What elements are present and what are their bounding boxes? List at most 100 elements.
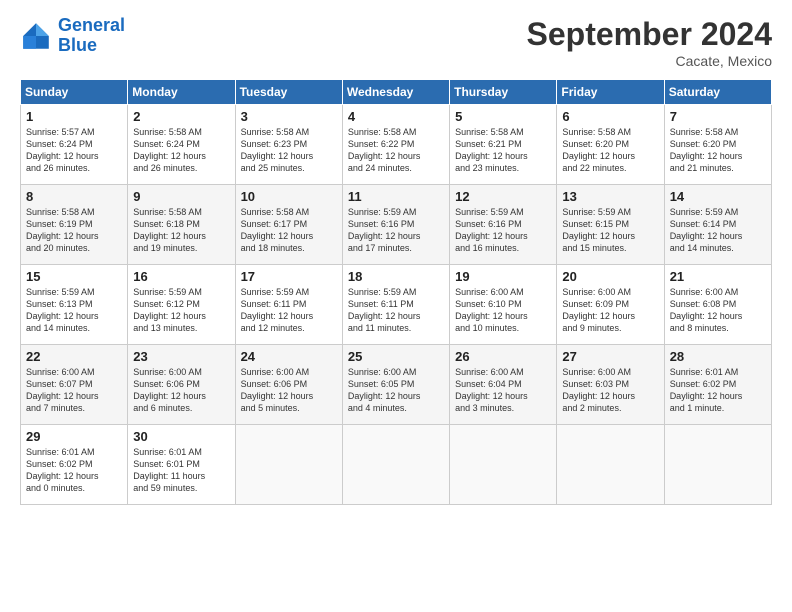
month-title: September 2024	[527, 16, 772, 53]
calendar-week-row: 22 Sunrise: 6:00 AM Sunset: 6:07 PM Dayli…	[21, 345, 772, 425]
calendar-cell: 25Sunrise: 6:00 AM Sunset: 6:05 PM Dayli…	[342, 345, 449, 425]
calendar-cell: 22 Sunrise: 6:00 AM Sunset: 6:07 PM Dayli…	[21, 345, 128, 425]
calendar-cell: 1 Sunrise: 5:57 AM Sunset: 6:24 PM Daylig…	[21, 105, 128, 185]
day-info: Sunrise: 6:01 AM Sunset: 6:02 PM Dayligh…	[26, 446, 122, 495]
calendar-cell: 6Sunrise: 5:58 AM Sunset: 6:20 PM Daylig…	[557, 105, 664, 185]
calendar-cell	[557, 425, 664, 505]
day-info: Sunrise: 6:00 AM Sunset: 6:05 PM Dayligh…	[348, 366, 444, 415]
day-number: 11	[348, 189, 444, 204]
day-info: Sunrise: 5:59 AM Sunset: 6:16 PM Dayligh…	[455, 206, 551, 255]
weekday-header: Friday	[557, 80, 664, 105]
logo-icon	[20, 20, 52, 52]
day-number: 8	[26, 189, 122, 204]
weekday-header: Monday	[128, 80, 235, 105]
day-info: Sunrise: 5:59 AM Sunset: 6:14 PM Dayligh…	[670, 206, 766, 255]
day-number: 4	[348, 109, 444, 124]
day-info: Sunrise: 6:01 AM Sunset: 6:01 PM Dayligh…	[133, 446, 229, 495]
day-number: 22	[26, 349, 122, 364]
calendar-body: 1 Sunrise: 5:57 AM Sunset: 6:24 PM Daylig…	[21, 105, 772, 505]
day-number: 19	[455, 269, 551, 284]
day-number: 6	[562, 109, 658, 124]
calendar-cell: 4Sunrise: 5:58 AM Sunset: 6:22 PM Daylig…	[342, 105, 449, 185]
day-number: 17	[241, 269, 337, 284]
day-number: 15	[26, 269, 122, 284]
day-number: 27	[562, 349, 658, 364]
day-info: Sunrise: 5:58 AM Sunset: 6:17 PM Dayligh…	[241, 206, 337, 255]
day-info: Sunrise: 5:58 AM Sunset: 6:21 PM Dayligh…	[455, 126, 551, 175]
day-number: 16	[133, 269, 229, 284]
page: General Blue September 2024 Cacate, Mexi…	[0, 0, 792, 612]
calendar-cell: 11 Sunrise: 5:59 AM Sunset: 6:16 PM Dayli…	[342, 185, 449, 265]
calendar-cell: 18Sunrise: 5:59 AM Sunset: 6:11 PM Dayli…	[342, 265, 449, 345]
calendar-cell: 24 Sunrise: 6:00 AM Sunset: 6:06 PM Dayli…	[235, 345, 342, 425]
calendar-header-row: SundayMondayTuesdayWednesdayThursdayFrid…	[21, 80, 772, 105]
calendar-cell: 15 Sunrise: 5:59 AM Sunset: 6:13 PM Dayli…	[21, 265, 128, 345]
day-info: Sunrise: 6:00 AM Sunset: 6:07 PM Dayligh…	[26, 366, 122, 415]
day-info: Sunrise: 6:00 AM Sunset: 6:09 PM Dayligh…	[562, 286, 658, 335]
weekday-header: Sunday	[21, 80, 128, 105]
day-number: 28	[670, 349, 766, 364]
calendar-cell: 28 Sunrise: 6:01 AM Sunset: 6:02 PM Dayli…	[664, 345, 771, 425]
day-info: Sunrise: 6:01 AM Sunset: 6:02 PM Dayligh…	[670, 366, 766, 415]
logo-line1: General	[58, 15, 125, 35]
calendar-cell: 2 Sunrise: 5:58 AM Sunset: 6:24 PM Daylig…	[128, 105, 235, 185]
day-number: 21	[670, 269, 766, 284]
day-number: 29	[26, 429, 122, 444]
logo-text: General Blue	[58, 16, 125, 56]
day-number: 7	[670, 109, 766, 124]
calendar-cell: 13Sunrise: 5:59 AM Sunset: 6:15 PM Dayli…	[557, 185, 664, 265]
calendar-cell: 20 Sunrise: 6:00 AM Sunset: 6:09 PM Dayli…	[557, 265, 664, 345]
calendar-cell: 19Sunrise: 6:00 AM Sunset: 6:10 PM Dayli…	[450, 265, 557, 345]
day-number: 12	[455, 189, 551, 204]
weekday-header: Thursday	[450, 80, 557, 105]
day-info: Sunrise: 6:00 AM Sunset: 6:04 PM Dayligh…	[455, 366, 551, 415]
calendar-cell: 5 Sunrise: 5:58 AM Sunset: 6:21 PM Daylig…	[450, 105, 557, 185]
calendar-cell: 16 Sunrise: 5:59 AM Sunset: 6:12 PM Dayli…	[128, 265, 235, 345]
calendar-cell: 14 Sunrise: 5:59 AM Sunset: 6:14 PM Dayli…	[664, 185, 771, 265]
weekday-header: Saturday	[664, 80, 771, 105]
day-number: 24	[241, 349, 337, 364]
calendar-cell: 9Sunrise: 5:58 AM Sunset: 6:18 PM Daylig…	[128, 185, 235, 265]
day-info: Sunrise: 5:57 AM Sunset: 6:24 PM Dayligh…	[26, 126, 122, 175]
day-info: Sunrise: 5:59 AM Sunset: 6:16 PM Dayligh…	[348, 206, 444, 255]
day-number: 20	[562, 269, 658, 284]
day-info: Sunrise: 5:58 AM Sunset: 6:18 PM Dayligh…	[133, 206, 229, 255]
day-info: Sunrise: 6:00 AM Sunset: 6:06 PM Dayligh…	[241, 366, 337, 415]
day-number: 1	[26, 109, 122, 124]
day-number: 10	[241, 189, 337, 204]
day-info: Sunrise: 5:58 AM Sunset: 6:19 PM Dayligh…	[26, 206, 122, 255]
calendar-cell: 8 Sunrise: 5:58 AM Sunset: 6:19 PM Daylig…	[21, 185, 128, 265]
header: General Blue September 2024 Cacate, Mexi…	[20, 16, 772, 69]
day-number: 13	[562, 189, 658, 204]
calendar-week-row: 1 Sunrise: 5:57 AM Sunset: 6:24 PM Daylig…	[21, 105, 772, 185]
day-info: Sunrise: 5:59 AM Sunset: 6:11 PM Dayligh…	[348, 286, 444, 335]
weekday-header: Wednesday	[342, 80, 449, 105]
day-info: Sunrise: 5:58 AM Sunset: 6:20 PM Dayligh…	[670, 126, 766, 175]
weekday-header: Tuesday	[235, 80, 342, 105]
calendar-cell: 17 Sunrise: 5:59 AM Sunset: 6:11 PM Dayli…	[235, 265, 342, 345]
day-info: Sunrise: 5:59 AM Sunset: 6:13 PM Dayligh…	[26, 286, 122, 335]
day-number: 2	[133, 109, 229, 124]
day-number: 23	[133, 349, 229, 364]
day-info: Sunrise: 6:00 AM Sunset: 6:06 PM Dayligh…	[133, 366, 229, 415]
day-number: 5	[455, 109, 551, 124]
location: Cacate, Mexico	[527, 53, 772, 69]
calendar-cell	[342, 425, 449, 505]
calendar-cell: 27 Sunrise: 6:00 AM Sunset: 6:03 PM Dayli…	[557, 345, 664, 425]
day-number: 3	[241, 109, 337, 124]
calendar-cell	[450, 425, 557, 505]
calendar-cell: 30Sunrise: 6:01 AM Sunset: 6:01 PM Dayli…	[128, 425, 235, 505]
calendar-cell: 10 Sunrise: 5:58 AM Sunset: 6:17 PM Dayli…	[235, 185, 342, 265]
day-info: Sunrise: 5:58 AM Sunset: 6:24 PM Dayligh…	[133, 126, 229, 175]
calendar-week-row: 15 Sunrise: 5:59 AM Sunset: 6:13 PM Dayli…	[21, 265, 772, 345]
calendar-cell: 29 Sunrise: 6:01 AM Sunset: 6:02 PM Dayli…	[21, 425, 128, 505]
calendar-week-row: 8 Sunrise: 5:58 AM Sunset: 6:19 PM Daylig…	[21, 185, 772, 265]
day-info: Sunrise: 5:58 AM Sunset: 6:23 PM Dayligh…	[241, 126, 337, 175]
title-area: September 2024 Cacate, Mexico	[527, 16, 772, 69]
calendar-table: SundayMondayTuesdayWednesdayThursdayFrid…	[20, 79, 772, 505]
day-info: Sunrise: 5:59 AM Sunset: 6:12 PM Dayligh…	[133, 286, 229, 335]
day-info: Sunrise: 5:59 AM Sunset: 6:11 PM Dayligh…	[241, 286, 337, 335]
day-number: 14	[670, 189, 766, 204]
calendar-cell	[235, 425, 342, 505]
day-info: Sunrise: 6:00 AM Sunset: 6:03 PM Dayligh…	[562, 366, 658, 415]
